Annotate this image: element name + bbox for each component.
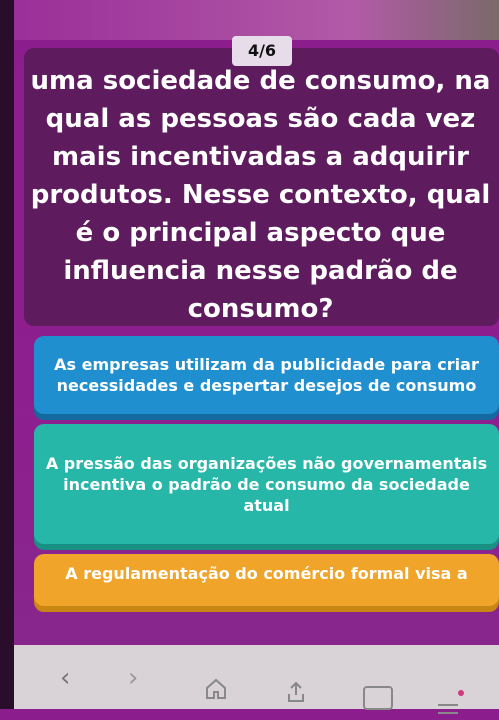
answer-option-label: A regulamentação do comércio formal visa…	[65, 564, 468, 583]
browser-bottom-toolbar	[14, 645, 499, 709]
answer-option-1[interactable]: As empresas utilizam da publicidade para…	[34, 336, 499, 414]
notification-dot	[458, 690, 464, 696]
share-icon[interactable]	[284, 680, 308, 704]
answer-option-3[interactable]: A regulamentação do comércio formal visa…	[34, 554, 499, 606]
top-banner	[14, 0, 499, 40]
screen-edge	[0, 0, 14, 709]
back-icon[interactable]: ‹	[60, 665, 70, 691]
answer-option-label: As empresas utilizam da publicidade para…	[54, 355, 479, 395]
forward-icon[interactable]: ›	[128, 665, 138, 691]
question-text: uma sociedade de consumo, na qual as pes…	[30, 66, 491, 324]
tabs-icon[interactable]	[363, 686, 393, 710]
home-icon[interactable]	[204, 677, 228, 701]
answer-option-2[interactable]: A pressão das organizações não govername…	[34, 424, 499, 544]
answer-option-label: A pressão das organizações não govername…	[45, 453, 488, 515]
menu-icon[interactable]	[437, 694, 459, 714]
